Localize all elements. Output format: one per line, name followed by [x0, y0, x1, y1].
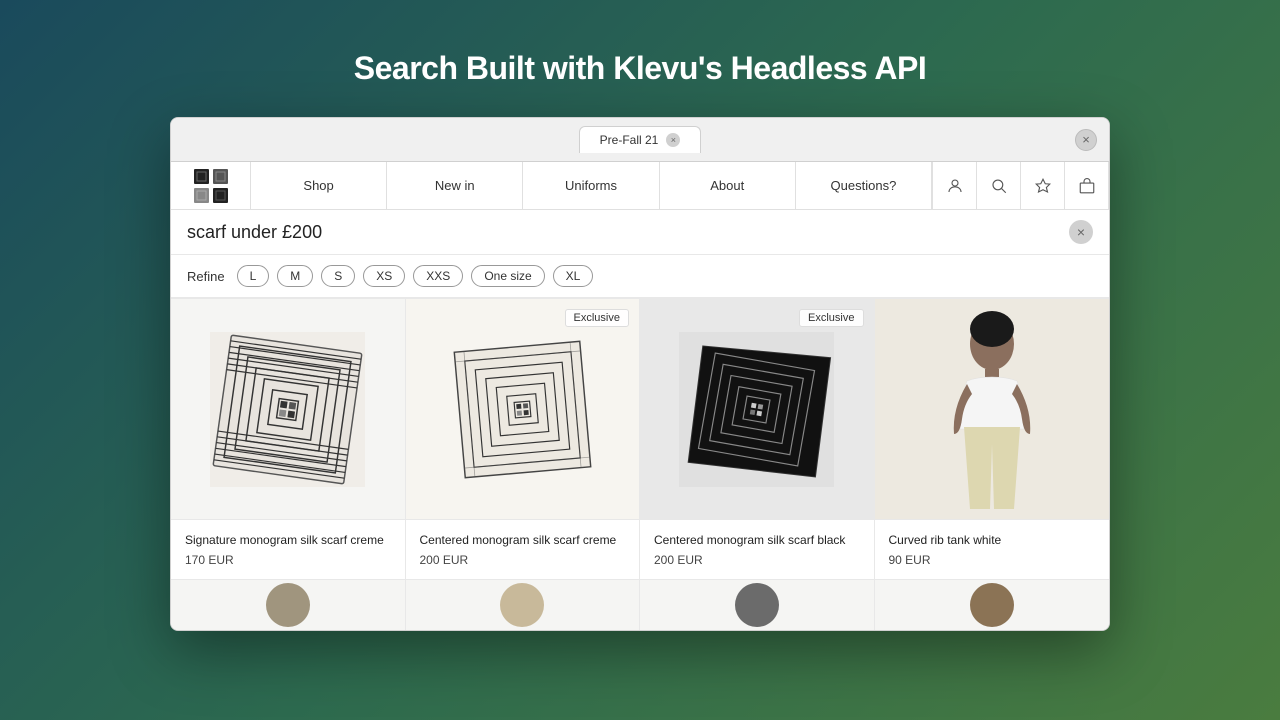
- search-clear-button[interactable]: ×: [1069, 220, 1093, 244]
- nav-item-new-in[interactable]: New in: [387, 162, 523, 209]
- filter-tag-s[interactable]: S: [321, 265, 355, 287]
- browser-window: Pre-Fall 21 × × Shop New in Uniforms Abo: [170, 117, 1110, 631]
- wishlist-icon-button[interactable]: [1021, 162, 1065, 210]
- scarf-image-1: [210, 332, 365, 487]
- products-grid: Signature monogram silk scarf creme 170 …: [171, 298, 1109, 579]
- nav-items: Shop New in Uniforms About Questions?: [251, 162, 932, 209]
- filter-tag-onesize[interactable]: One size: [471, 265, 544, 287]
- product-thumb-4[interactable]: [875, 580, 1110, 630]
- wishlist-icon: [1034, 177, 1052, 195]
- product-card-3[interactable]: Exclusive: [640, 299, 875, 579]
- refine-bar: Refine L M S XS XXS One size XL: [171, 255, 1109, 298]
- thumb-image-2: [497, 580, 547, 630]
- page-heading: Search Built with Klevu's Headless API: [354, 50, 927, 87]
- filter-tag-xxs[interactable]: XXS: [413, 265, 463, 287]
- product-image-2: [406, 299, 640, 519]
- nav-icons: [932, 162, 1109, 209]
- thumb-image-1: [263, 580, 313, 630]
- product-name-4: Curved rib tank white: [889, 532, 1096, 549]
- search-bar: ×: [171, 210, 1109, 255]
- product-image-4: [875, 299, 1110, 519]
- product-thumb-3[interactable]: [640, 580, 875, 630]
- person-image-4: [932, 299, 1052, 519]
- refine-label: Refine: [187, 269, 225, 284]
- nav-bar: Shop New in Uniforms About Questions?: [171, 162, 1109, 210]
- product-card-2[interactable]: Exclusive: [406, 299, 641, 579]
- product-image-3: [640, 299, 874, 519]
- product-name-3: Centered monogram silk scarf black: [654, 532, 860, 549]
- product-price-4: 90 EUR: [889, 553, 1096, 567]
- filter-tag-xl[interactable]: XL: [553, 265, 594, 287]
- nav-item-about[interactable]: About: [660, 162, 796, 209]
- filter-tag-m[interactable]: M: [277, 265, 313, 287]
- products-row2: [171, 579, 1109, 630]
- browser-close-button[interactable]: ×: [1075, 129, 1097, 151]
- search-icon-button[interactable]: [977, 162, 1021, 210]
- product-name-2: Centered monogram silk scarf creme: [420, 532, 626, 549]
- tab-close-button[interactable]: ×: [666, 133, 680, 147]
- product-info-3: Centered monogram silk scarf black 200 E…: [640, 519, 874, 579]
- tab-title: Pre-Fall 21: [600, 133, 659, 147]
- search-icon: [990, 177, 1008, 195]
- product-image-1: [171, 299, 405, 519]
- search-input[interactable]: [187, 222, 1069, 243]
- account-icon-button[interactable]: [933, 162, 977, 210]
- nav-logo[interactable]: [171, 162, 251, 209]
- thumb-image-3: [732, 580, 782, 630]
- product-info-4: Curved rib tank white 90 EUR: [875, 519, 1110, 579]
- cart-icon: [1078, 177, 1096, 195]
- product-price-3: 200 EUR: [654, 553, 860, 567]
- product-price-2: 200 EUR: [420, 553, 626, 567]
- filter-tag-xs[interactable]: XS: [363, 265, 405, 287]
- product-thumb-1[interactable]: [171, 580, 406, 630]
- filter-tag-l[interactable]: L: [237, 265, 270, 287]
- browser-chrome: Pre-Fall 21 × ×: [171, 118, 1109, 162]
- nav-item-shop[interactable]: Shop: [251, 162, 387, 209]
- product-thumb-2[interactable]: [406, 580, 641, 630]
- thumb-image-4: [967, 580, 1017, 630]
- product-info-2: Centered monogram silk scarf creme 200 E…: [406, 519, 640, 579]
- logo-icon: [193, 168, 229, 204]
- exclusive-badge-3: Exclusive: [799, 309, 863, 327]
- browser-tab: Pre-Fall 21 ×: [579, 126, 702, 153]
- scarf-image-2: [445, 332, 600, 487]
- product-card-4[interactable]: Curved rib tank white 90 EUR: [875, 299, 1110, 579]
- account-icon: [946, 177, 964, 195]
- product-name-1: Signature monogram silk scarf creme: [185, 532, 391, 549]
- scarf-image-3: [679, 332, 834, 487]
- product-price-1: 170 EUR: [185, 553, 391, 567]
- cart-icon-button[interactable]: [1065, 162, 1109, 210]
- nav-item-questions[interactable]: Questions?: [796, 162, 932, 209]
- product-card-1[interactable]: Signature monogram silk scarf creme 170 …: [171, 299, 406, 579]
- product-info-1: Signature monogram silk scarf creme 170 …: [171, 519, 405, 579]
- nav-item-uniforms[interactable]: Uniforms: [523, 162, 659, 209]
- exclusive-badge-2: Exclusive: [565, 309, 629, 327]
